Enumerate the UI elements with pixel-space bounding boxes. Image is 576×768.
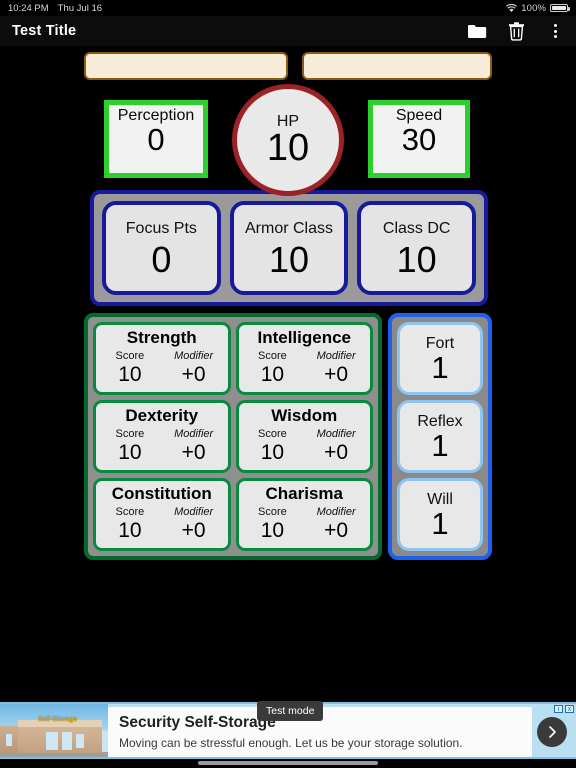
modifier-header: Modifier	[174, 428, 214, 440]
top-stats-row: Perception 0 HP 10 Speed 30	[0, 84, 576, 196]
score-header: Score	[258, 506, 287, 518]
save-value: 1	[431, 427, 449, 463]
app-bar-actions	[466, 20, 566, 42]
ability-charisma[interactable]: Charisma Score 10 Modifier +0	[235, 478, 373, 551]
app-bar: Test Title	[0, 16, 576, 46]
ability-name: Intelligence	[257, 328, 352, 347]
status-right-cluster: 100%	[506, 2, 570, 14]
ability-modifier: +0	[324, 519, 349, 542]
armor-class-label: Armor Class	[245, 219, 334, 237]
save-value: 1	[431, 505, 449, 541]
abilities-panel: Strength Score 10 Modifier +0 Intelligen…	[84, 313, 382, 560]
ability-strength[interactable]: Strength Score 10 Modifier +0	[93, 322, 231, 395]
ability-score: 10	[260, 441, 285, 464]
score-header: Score	[115, 506, 145, 518]
battery-icon	[550, 4, 570, 12]
modifier-header: Modifier	[174, 350, 214, 362]
ability-score: 10	[118, 441, 142, 464]
ability-modifier: +0	[181, 363, 206, 386]
score-header: Score	[115, 350, 145, 362]
abilities-and-saves-row: Strength Score 10 Modifier +0 Intelligen…	[84, 313, 492, 560]
wifi-icon	[506, 3, 518, 13]
save-will[interactable]: Will 1	[397, 478, 483, 551]
ability-intelligence[interactable]: Intelligence Score 10 Modifier +0	[235, 322, 373, 395]
ability-constitution[interactable]: Constitution Score 10 Modifier +0	[93, 478, 231, 551]
character-class-field[interactable]	[302, 52, 492, 80]
class-dc-label: Class DC	[382, 219, 451, 237]
class-dc-stat[interactable]: Class DC 10	[357, 201, 477, 295]
modifier-header: Modifier	[316, 506, 356, 518]
ability-score: 10	[260, 363, 285, 386]
speed-stat[interactable]: Speed 30	[368, 100, 470, 178]
ability-modifier: +0	[181, 519, 206, 542]
ability-wisdom[interactable]: Wisdom Score 10 Modifier +0	[235, 400, 373, 473]
test-mode-badge: Test mode	[257, 701, 324, 721]
folder-icon[interactable]	[466, 20, 488, 42]
hp-value: 10	[266, 126, 310, 169]
ad-image-sign: Self-Storage	[38, 716, 77, 723]
ability-modifier: +0	[324, 363, 349, 386]
name-fields-row	[0, 46, 576, 80]
adchoices-icon[interactable]: ix	[554, 705, 574, 713]
status-date: Thu Jul 16	[57, 2, 103, 14]
ability-name: Dexterity	[125, 406, 199, 425]
ability-score: 10	[260, 519, 285, 542]
abilities-row: Constitution Score 10 Modifier +0 Charis…	[93, 478, 373, 551]
status-bar: 10:24 PM Thu Jul 16 100%	[0, 0, 576, 16]
ability-name: Charisma	[265, 484, 343, 503]
modifier-header: Modifier	[316, 428, 356, 440]
ad-subtitle: Moving can be stressful enough. Let us b…	[119, 736, 463, 750]
score-header: Score	[115, 428, 145, 440]
ability-name: Strength	[126, 328, 197, 347]
ability-modifier: +0	[324, 441, 349, 464]
save-value: 1	[431, 349, 449, 385]
modifier-header: Modifier	[316, 350, 356, 362]
ability-name: Constitution	[111, 484, 212, 503]
perception-stat[interactable]: Perception 0	[104, 100, 208, 178]
hp-stat[interactable]: HP 10	[232, 84, 344, 196]
character-sheet: Perception 0 HP 10 Speed 30 Focus Pts 0 …	[0, 46, 576, 560]
page-title: Test Title	[12, 23, 77, 39]
speed-value: 30	[401, 122, 437, 157]
ad-image: Self-Storage	[0, 704, 108, 757]
chevron-right-icon[interactable]	[537, 717, 567, 747]
ability-modifier: +0	[181, 441, 206, 464]
home-indicator	[198, 761, 378, 765]
character-name-field[interactable]	[84, 52, 288, 80]
abilities-row: Strength Score 10 Modifier +0 Intelligen…	[93, 322, 373, 395]
ability-dexterity[interactable]: Dexterity Score 10 Modifier +0	[93, 400, 231, 473]
save-reflex[interactable]: Reflex 1	[397, 400, 483, 473]
ability-score: 10	[118, 519, 142, 542]
abilities-row: Dexterity Score 10 Modifier +0 Wisdom Sc…	[93, 400, 373, 473]
score-header: Score	[258, 428, 287, 440]
focus-points-value: 0	[151, 238, 172, 280]
saves-panel: Fort 1 Reflex 1 Will 1	[388, 313, 492, 560]
armor-class-stat[interactable]: Armor Class 10	[229, 201, 349, 295]
perception-value: 0	[147, 122, 165, 157]
save-fortitude[interactable]: Fort 1	[397, 322, 483, 395]
ability-score: 10	[118, 363, 142, 386]
armor-class-value: 10	[268, 238, 310, 280]
score-header: Score	[258, 350, 287, 362]
app-root: 10:24 PM Thu Jul 16 100% Test Title Perc…	[0, 0, 576, 768]
ability-name: Wisdom	[271, 406, 338, 425]
modifier-header: Modifier	[174, 506, 214, 518]
defense-panel: Focus Pts 0 Armor Class 10 Class DC 10	[90, 190, 488, 306]
focus-points-label: Focus Pts	[125, 219, 197, 237]
battery-percent: 100%	[521, 2, 546, 14]
status-time: 10:24 PM	[8, 2, 49, 14]
class-dc-value: 10	[396, 238, 437, 280]
focus-points-stat[interactable]: Focus Pts 0	[102, 201, 221, 295]
trash-icon[interactable]	[505, 20, 527, 42]
overflow-menu-icon[interactable]	[544, 20, 566, 42]
